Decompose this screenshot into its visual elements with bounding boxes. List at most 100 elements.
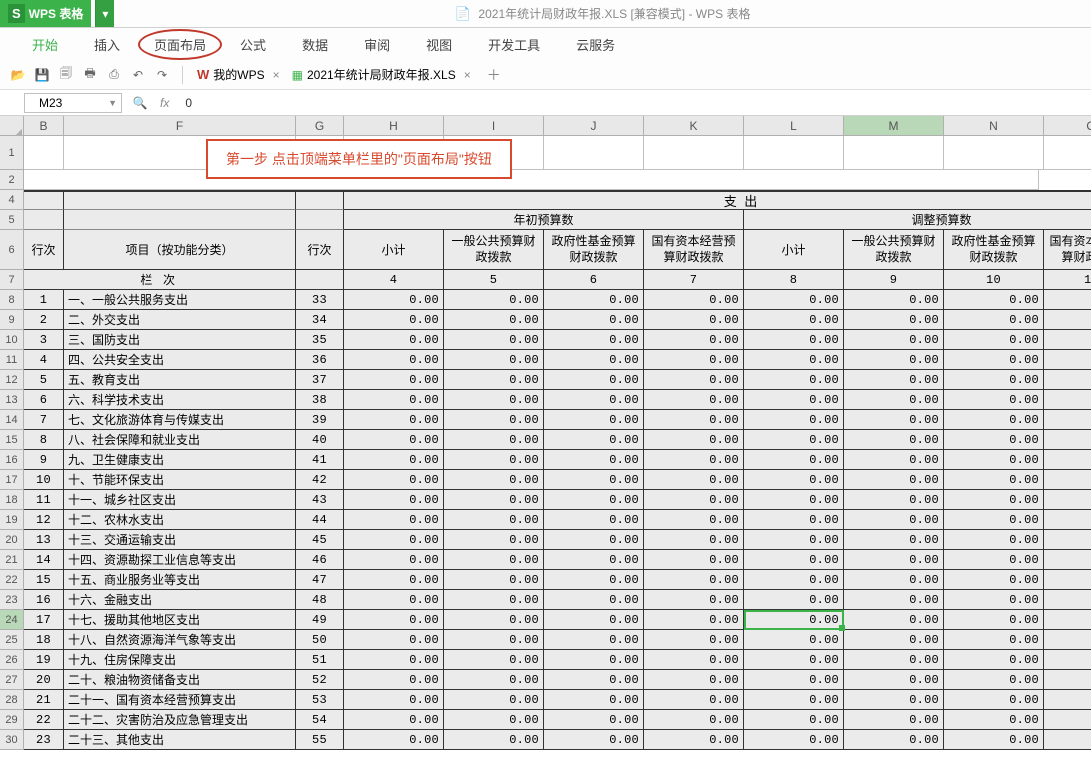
- value-cell[interactable]: 0.00: [944, 630, 1044, 650]
- row-index[interactable]: 7: [24, 410, 64, 430]
- value-cell[interactable]: 0.00: [544, 470, 644, 490]
- header-col1[interactable]: 一般公共预算财政拨款: [444, 230, 544, 270]
- value-cell[interactable]: 0.00: [644, 610, 744, 630]
- value-cell[interactable]: 0.00: [844, 490, 944, 510]
- title-cell[interactable]: 财: [1044, 136, 1091, 170]
- value-cell[interactable]: 0.00: [844, 630, 944, 650]
- header-col6[interactable]: 国有资本经营预算财政拨款: [1044, 230, 1091, 270]
- value-cell[interactable]: 0.00: [744, 730, 844, 750]
- lan-9[interactable]: 9: [844, 270, 944, 290]
- value-cell[interactable]: 0.0: [1044, 330, 1091, 350]
- value-cell[interactable]: 0.00: [544, 530, 644, 550]
- value-cell[interactable]: 0.0: [1044, 690, 1091, 710]
- row-header[interactable]: 17: [0, 470, 24, 490]
- row-header[interactable]: 28: [0, 690, 24, 710]
- project-name[interactable]: 六、科学技术支出: [64, 390, 296, 410]
- value-cell[interactable]: 0.00: [744, 450, 844, 470]
- value-cell[interactable]: 0.00: [344, 350, 444, 370]
- print-icon[interactable]: 🖶: [81, 66, 99, 84]
- value-cell[interactable]: 0.00: [944, 730, 1044, 750]
- value-cell[interactable]: 0.00: [344, 310, 444, 330]
- value-cell[interactable]: 0.00: [344, 490, 444, 510]
- value-cell[interactable]: 0.0: [1044, 450, 1091, 470]
- menu-review[interactable]: 审阅: [346, 29, 408, 60]
- value-cell[interactable]: 0.00: [644, 430, 744, 450]
- value-cell[interactable]: 0.00: [544, 730, 644, 750]
- value-cell[interactable]: 0.00: [944, 710, 1044, 730]
- header-col5[interactable]: 政府性基金预算财政拨款: [944, 230, 1044, 270]
- value-cell[interactable]: 0.0: [1044, 490, 1091, 510]
- row-index[interactable]: 12: [24, 510, 64, 530]
- value-cell[interactable]: 0.00: [444, 710, 544, 730]
- value-cell[interactable]: 0.00: [744, 630, 844, 650]
- undo-icon[interactable]: ↶: [129, 66, 147, 84]
- value-cell[interactable]: 0.00: [844, 570, 944, 590]
- row-index[interactable]: 2: [24, 310, 64, 330]
- value-cell[interactable]: 0.00: [844, 730, 944, 750]
- header-spending[interactable]: 支 出: [344, 190, 1091, 210]
- value-cell[interactable]: 0.00: [944, 610, 1044, 630]
- row-index2[interactable]: 36: [296, 350, 344, 370]
- value-cell[interactable]: 0.00: [444, 410, 544, 430]
- value-cell[interactable]: 0.00: [344, 410, 444, 430]
- value-cell[interactable]: 0.00: [644, 450, 744, 470]
- value-cell[interactable]: 0.00: [344, 530, 444, 550]
- value-cell[interactable]: 0.00: [744, 670, 844, 690]
- row-index[interactable]: 17: [24, 610, 64, 630]
- row-header[interactable]: 9: [0, 310, 24, 330]
- menu-dev[interactable]: 开发工具: [470, 29, 558, 60]
- value-cell[interactable]: 0.00: [844, 310, 944, 330]
- value-cell[interactable]: 0.00: [344, 690, 444, 710]
- formula-input[interactable]: 0: [175, 96, 1091, 110]
- cell[interactable]: [744, 136, 844, 170]
- row-index[interactable]: 23: [24, 730, 64, 750]
- cell[interactable]: [24, 136, 64, 170]
- menu-begin[interactable]: 开始: [14, 29, 76, 60]
- tab-mywps[interactable]: W 我的WPS ×: [191, 62, 286, 87]
- value-cell[interactable]: 0.00: [844, 710, 944, 730]
- project-name[interactable]: 二十一、国有资本经营预算支出: [64, 690, 296, 710]
- value-cell[interactable]: 0.00: [844, 470, 944, 490]
- value-cell[interactable]: 0.00: [544, 350, 644, 370]
- col-header[interactable]: I: [444, 116, 544, 135]
- row-index[interactable]: 11: [24, 490, 64, 510]
- header-rownum[interactable]: 行次: [24, 230, 64, 270]
- value-cell[interactable]: 0.0: [1044, 710, 1091, 730]
- value-cell[interactable]: 0.00: [744, 290, 844, 310]
- header-col3[interactable]: 国有资本经营预算财政拨款: [644, 230, 744, 270]
- row-index[interactable]: 19: [24, 650, 64, 670]
- value-cell[interactable]: 0.00: [344, 630, 444, 650]
- value-cell[interactable]: 0.00: [544, 510, 644, 530]
- row-index2[interactable]: 47: [296, 570, 344, 590]
- header-initial[interactable]: 年初预算数: [344, 210, 744, 230]
- project-name[interactable]: 十九、住房保障支出: [64, 650, 296, 670]
- lan-11[interactable]: 11: [1044, 270, 1091, 290]
- value-cell[interactable]: 0.0: [1044, 730, 1091, 750]
- value-cell[interactable]: 0.00: [344, 570, 444, 590]
- value-cell[interactable]: 0.00: [644, 690, 744, 710]
- value-cell[interactable]: 0.00: [744, 690, 844, 710]
- value-cell[interactable]: 0.00: [344, 550, 444, 570]
- row-header[interactable]: 10: [0, 330, 24, 350]
- row-header[interactable]: 22: [0, 570, 24, 590]
- value-cell[interactable]: 0.00: [944, 350, 1044, 370]
- row-index2[interactable]: 34: [296, 310, 344, 330]
- value-cell[interactable]: 0.00: [444, 510, 544, 530]
- row-index2[interactable]: 45: [296, 530, 344, 550]
- value-cell[interactable]: 0.0: [1044, 510, 1091, 530]
- row-index2[interactable]: 54: [296, 710, 344, 730]
- value-cell[interactable]: 0.00: [944, 370, 1044, 390]
- value-cell[interactable]: 0.00: [944, 410, 1044, 430]
- value-cell[interactable]: 0.00: [344, 450, 444, 470]
- menu-cloud[interactable]: 云服务: [558, 29, 633, 60]
- value-cell[interactable]: 0.00: [444, 590, 544, 610]
- project-name[interactable]: 十五、商业服务业等支出: [64, 570, 296, 590]
- value-cell[interactable]: 0.00: [544, 630, 644, 650]
- project-name[interactable]: 十六、金融支出: [64, 590, 296, 610]
- value-cell[interactable]: 0.00: [344, 290, 444, 310]
- header-adjusted[interactable]: 调整预算数: [744, 210, 1091, 230]
- row-header[interactable]: 14: [0, 410, 24, 430]
- value-cell[interactable]: 0.00: [844, 650, 944, 670]
- project-name[interactable]: 十七、援助其他地区支出: [64, 610, 296, 630]
- value-cell[interactable]: 0.0: [1044, 430, 1091, 450]
